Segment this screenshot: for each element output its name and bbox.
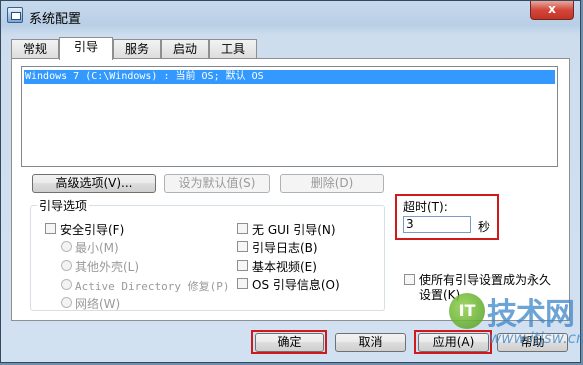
app-icon (7, 7, 23, 23)
minimal-radio[interactable] (61, 241, 72, 252)
ok-highlight-box (251, 330, 327, 354)
tab-startup[interactable]: 启动 (161, 39, 209, 59)
base-video-label: 基本视频(E) (252, 260, 317, 274)
tab-general[interactable]: 常规 (11, 39, 59, 59)
make-permanent-checkbox[interactable] (404, 274, 415, 285)
base-video-checkbox[interactable] (237, 260, 248, 271)
boot-log-checkbox[interactable] (237, 241, 248, 252)
site-watermark: IT 技术网 www.itjsw.cn (449, 289, 583, 363)
os-list[interactable]: Windows 7 (C:\Windows) : 当前 OS; 默认 OS (21, 66, 558, 167)
network-radio[interactable] (61, 297, 72, 308)
tab-tools[interactable]: 工具 (209, 39, 257, 59)
window-title: 系统配置 (29, 12, 82, 27)
watermark-text: 技术网 (487, 297, 575, 332)
boot-options-legend: 引导选项 (37, 197, 90, 214)
network-label: 网络(W) (75, 297, 121, 311)
set-default-button[interactable]: 设为默认值(S) (164, 174, 270, 193)
title-bar: 系统配置 x (1, 1, 580, 31)
boot-log-label: 引导日志(B) (252, 241, 318, 255)
timeout-highlight-box (395, 194, 499, 240)
close-button[interactable]: x (530, 1, 574, 20)
safe-boot-label: 安全引导(F) (60, 223, 125, 237)
alternate-shell-radio[interactable] (61, 260, 72, 271)
tab-boot[interactable]: 引导 (59, 37, 113, 60)
watermark-url: www.itjsw.cn (489, 329, 583, 347)
no-gui-boot-label: 无 GUI 引导(N) (252, 223, 336, 237)
minimal-label: 最小(M) (75, 241, 119, 255)
os-boot-info-label: OS 引导信息(O) (252, 278, 340, 292)
os-boot-info-checkbox[interactable] (237, 278, 248, 289)
advanced-options-button[interactable]: 高级选项(V)... (32, 174, 156, 193)
tab-services[interactable]: 服务 (113, 39, 161, 59)
system-config-window: 系统配置 x 常规 引导 服务 启动 工具 Windows 7 (C:\Wind… (0, 0, 583, 363)
os-list-item[interactable]: Windows 7 (C:\Windows) : 当前 OS; 默认 OS (24, 70, 555, 84)
watermark-logo-icon: IT (449, 293, 485, 329)
ad-repair-label: Active Directory 修复(P) (75, 280, 230, 293)
delete-button[interactable]: 删除(D) (280, 174, 384, 193)
safe-boot-checkbox[interactable] (45, 223, 56, 234)
ad-repair-radio[interactable] (61, 279, 72, 290)
cancel-button[interactable]: 取消 (335, 333, 406, 352)
alternate-shell-label: 其他外壳(L) (75, 260, 140, 274)
no-gui-boot-checkbox[interactable] (237, 223, 248, 234)
